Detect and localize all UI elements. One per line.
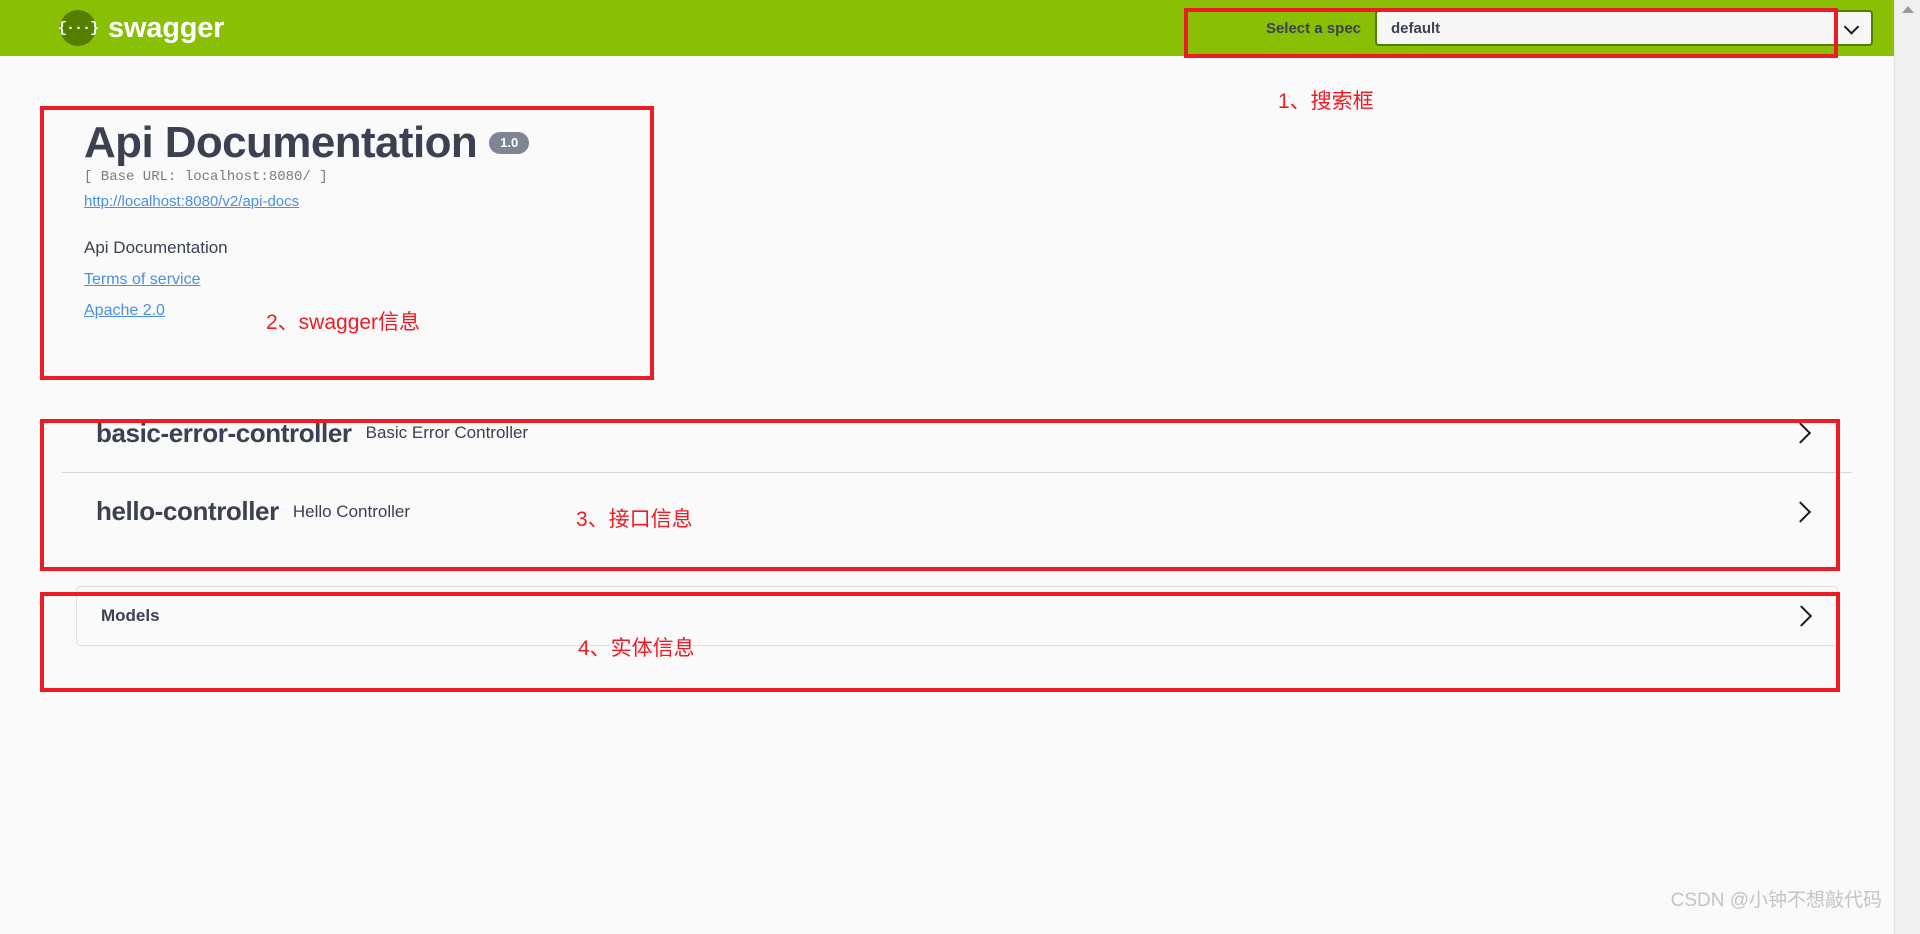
terms-of-service-link[interactable]: Terms of service — [84, 271, 614, 289]
models-title: Models — [101, 606, 160, 626]
spec-select-value: default — [1391, 19, 1441, 37]
version-badge: 1.0 — [489, 132, 530, 155]
tag-name: hello-controller — [96, 496, 279, 527]
models-toggle[interactable]: Models — [76, 586, 1838, 647]
swagger-braces-icon: {···} — [58, 10, 99, 46]
models-section: Models — [62, 586, 1852, 647]
chevron-down-icon — [1843, 19, 1860, 35]
watermark: CSDN @小钟不想敲代码 — [1670, 890, 1882, 911]
api-docs-link[interactable]: http://localhost:8080/v2/api-docs — [84, 193, 299, 210]
spec-select[interactable]: default — [1375, 10, 1873, 46]
annotation-label-tags: 3、接口信息 — [576, 508, 693, 531]
chevron-right-icon[interactable] — [1789, 422, 1812, 444]
annotation-label-info: 2、swagger信息 — [266, 311, 421, 334]
swagger-logo-text: swagger — [108, 11, 225, 44]
api-title-row: Api Documentation 1.0 — [84, 118, 614, 167]
chevron-right-icon[interactable] — [1790, 605, 1813, 627]
main-content: Api Documentation 1.0 [ Base URL: localh… — [0, 56, 1895, 658]
annotation-label-search: 1、搜索框 — [1278, 90, 1374, 113]
page-title: Api Documentation — [84, 118, 478, 167]
tag-row-hello-controller[interactable]: hello-controller Hello Controller — [62, 472, 1852, 551]
spec-selector-label: Select a spec — [1265, 19, 1361, 37]
vertical-scrollbar[interactable] — [1894, 0, 1920, 934]
swagger-logo[interactable]: {···} swagger — [58, 10, 225, 46]
tag-row-basic-error-controller[interactable]: basic-error-controller Basic Error Contr… — [62, 394, 1852, 473]
tag-description: Basic Error Controller — [365, 423, 529, 443]
chevron-right-icon[interactable] — [1789, 501, 1812, 523]
scroll-up-arrow-icon[interactable] — [1901, 6, 1914, 13]
api-description: Api Documentation — [84, 238, 228, 258]
operation-tags-list: basic-error-controller Basic Error Contr… — [62, 394, 1852, 551]
base-url: [ Base URL: localhost:8080/ ] — [84, 169, 328, 186]
topbar: {···} swagger Select a spec default — [0, 0, 1895, 56]
swagger-ui-page: {···} swagger Select a spec default Api … — [0, 0, 1920, 934]
spec-selector: Select a spec default — [1266, 9, 1873, 47]
annotation-label-models: 4、实体信息 — [578, 637, 695, 660]
tag-description: Hello Controller — [292, 501, 411, 521]
tag-name: basic-error-controller — [96, 417, 352, 448]
